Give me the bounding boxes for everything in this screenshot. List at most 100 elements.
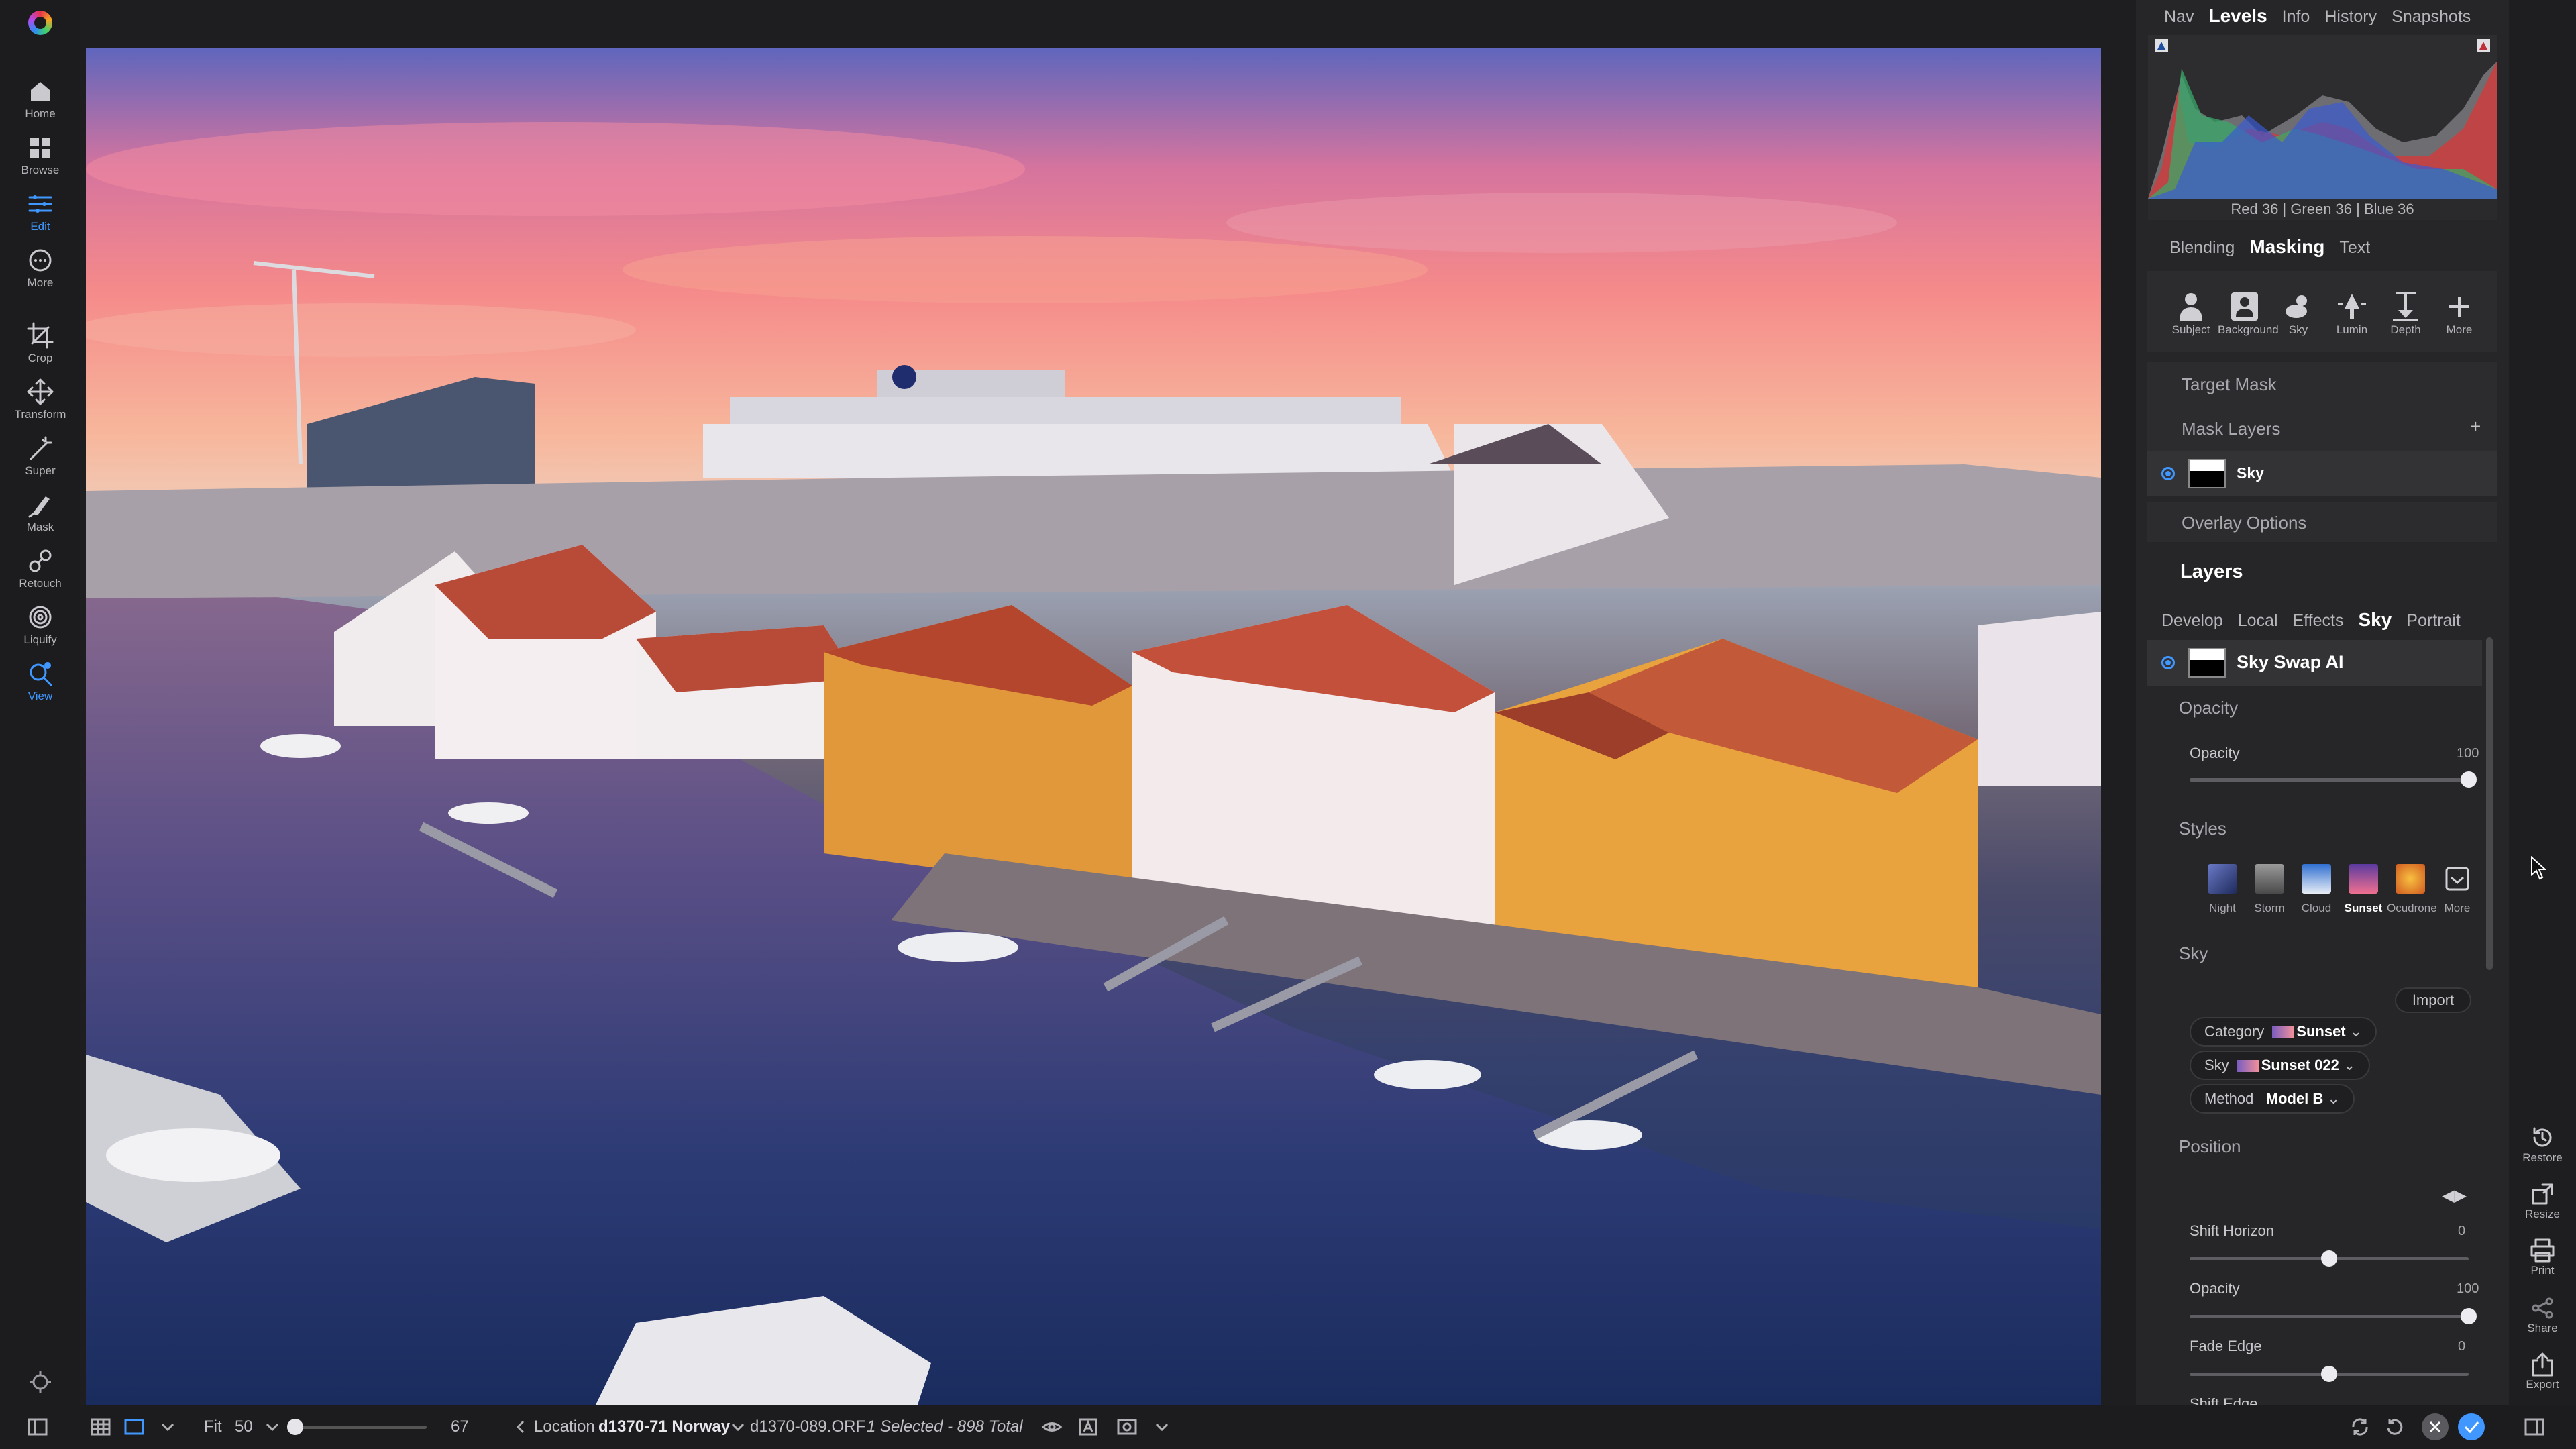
opacity-slider[interactable] [2190,771,2477,788]
grid-view-icon[interactable] [90,1416,111,1438]
panel-scrollbar[interactable] [2486,637,2493,970]
chevron-down-icon[interactable] [157,1416,178,1438]
zoom-chevron-icon[interactable] [262,1416,283,1438]
tab-snapshots[interactable]: Snapshots [2392,7,2471,27]
shift-horizon-handle[interactable] [2321,1250,2337,1267]
tab-info[interactable]: Info [2282,7,2310,27]
tool-edit[interactable]: Edit [0,189,80,246]
method-select[interactable]: Method Model B ⌄ [2190,1084,2355,1114]
tab-portrait[interactable]: Portrait [2406,611,2461,631]
fit-button[interactable]: Fit [204,1405,222,1449]
undo-icon[interactable] [2384,1416,2406,1438]
panel-toggle-icon[interactable] [27,1416,48,1438]
compare-icon[interactable] [1116,1416,1138,1438]
location-prefix: Location [534,1417,595,1436]
rail-export[interactable]: Export [2509,1351,2576,1391]
crop-icon [27,322,54,349]
import-button[interactable]: Import [2395,987,2471,1013]
opacity-slider-handle[interactable] [2461,771,2477,788]
extensions-icon[interactable] [27,1368,54,1395]
fade-edge-handle[interactable] [2321,1366,2337,1382]
compare-chevron-icon[interactable] [1151,1416,1173,1438]
style-night[interactable]: Night [2199,864,2246,915]
print-icon [2530,1238,2555,1263]
tool-transform[interactable]: Transform [0,377,80,433]
category-select[interactable]: Category Sunset ⌄ [2190,1017,2377,1046]
add-mask-layer-icon[interactable]: + [2470,416,2481,437]
tool-crop[interactable]: Crop [0,321,80,377]
rail-restore[interactable]: Restore [2509,1124,2576,1165]
zoom-value[interactable]: 50 [235,1405,253,1449]
sliders-icon [28,195,52,213]
tab-masking[interactable]: Masking [2249,236,2324,258]
mask-tool-background[interactable]: Background [2218,290,2279,337]
layer-sky-swap-ai[interactable]: Sky Swap AI [2147,640,2482,686]
style-more[interactable]: More [2434,864,2481,915]
fade-edge-label: Fade Edge [2190,1338,2262,1354]
sky-select-label: Sky [2204,1057,2229,1073]
fade-edge-slider[interactable] [2190,1366,2469,1382]
tab-blending[interactable]: Blending [2169,238,2235,258]
style-storm[interactable]: Storm [2246,864,2293,915]
style-night-swatch [2208,864,2237,894]
tool-retouch[interactable]: Retouch [0,546,80,602]
cancel-button[interactable] [2422,1413,2449,1440]
location-chevron-icon[interactable] [727,1416,749,1438]
single-view-icon[interactable] [123,1416,145,1438]
tab-local[interactable]: Local [2238,611,2278,631]
mask-tool-sky[interactable]: Sky [2271,290,2325,337]
tool-home[interactable]: Home [0,76,80,133]
location-name[interactable]: d1370-71 Norway [598,1405,730,1449]
mask-tool-lumin[interactable]: Lumin [2325,290,2379,337]
mask-tool-depth[interactable]: Depth [2379,290,2432,337]
shift-horizon-slider[interactable] [2190,1250,2469,1267]
tab-levels[interactable]: Levels [2208,5,2267,27]
mask-layer-sky[interactable]: Sky [2147,451,2497,496]
tool-retouch-label: Retouch [19,577,62,590]
liquify-icon [29,606,52,629]
sky-select[interactable]: Sky Sunset 022 ⌄ [2190,1051,2371,1080]
shift-horizon-value: 0 [2458,1224,2466,1238]
rail-print[interactable]: Print [2509,1237,2576,1277]
auto-icon[interactable] [1077,1416,1099,1438]
sky-section-title: Sky [2179,943,2208,963]
layer-radio[interactable] [2161,656,2175,669]
photo-canvas[interactable] [86,48,2101,1405]
tab-sky[interactable]: Sky [2358,609,2392,631]
chevron-left-icon[interactable] [510,1416,531,1438]
tab-history[interactable]: History [2324,7,2377,27]
right-panel-toggle-icon[interactable] [2524,1416,2545,1438]
tab-nav[interactable]: Nav [2164,7,2194,27]
mask-layer-radio[interactable] [2161,467,2175,480]
rail-resize[interactable]: Resize [2509,1181,2576,1221]
tool-mask-label: Mask [26,521,54,533]
mask-tool-more[interactable]: More [2432,290,2486,337]
tab-effects[interactable]: Effects [2293,611,2344,631]
mask-tool-subject[interactable]: Subject [2164,290,2218,337]
tab-develop[interactable]: Develop [2161,611,2223,631]
tool-browse-label: Browse [21,164,60,176]
flip-horizontal-icon[interactable]: ◀▶ [2442,1186,2467,1205]
close-icon [2429,1421,2441,1433]
style-sunset[interactable]: Sunset [2340,864,2387,915]
tool-liquify[interactable]: Liquify [0,602,80,659]
tool-view[interactable]: View [0,659,80,715]
position-opacity-label: Opacity [2190,1280,2240,1297]
fade-edge-value: 0 [2458,1339,2466,1354]
tool-more[interactable]: More [0,246,80,302]
style-ocudrone[interactable]: Ocudrone [2387,864,2437,915]
position-opacity-handle[interactable] [2461,1308,2477,1324]
tab-text[interactable]: Text [2339,238,2370,258]
eye-icon[interactable] [1041,1416,1063,1438]
apply-button[interactable] [2458,1413,2485,1440]
zoom-slider[interactable] [287,1419,427,1435]
style-cloud[interactable]: Cloud [2293,864,2340,915]
tool-browse[interactable]: Browse [0,133,80,189]
position-opacity-slider[interactable] [2190,1308,2477,1324]
tool-super[interactable]: Super [0,433,80,490]
sync-icon[interactable] [2349,1416,2371,1438]
zoom-slider-handle[interactable] [287,1419,303,1435]
tool-mask[interactable]: Mask [0,490,80,546]
rail-share[interactable]: Share [2509,1295,2576,1335]
tool-more-label: More [27,276,54,289]
